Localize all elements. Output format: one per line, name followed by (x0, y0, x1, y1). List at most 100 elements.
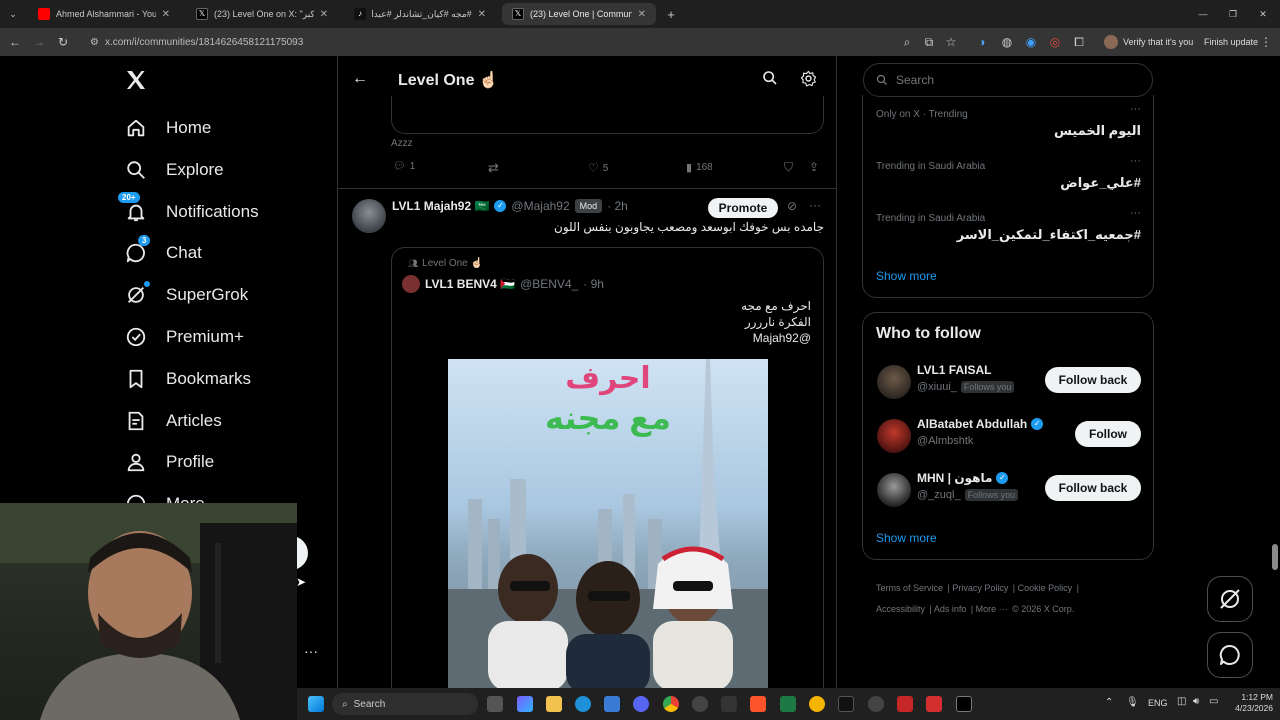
extension-icon[interactable]: ◗ (975, 34, 991, 50)
tab-list-button[interactable]: ⌄ (4, 3, 22, 25)
more-options-icon[interactable]: ··· (1130, 103, 1141, 115)
network-icon[interactable]: ◫ (1177, 696, 1186, 707)
follow-suggestion[interactable]: AlBatabet Abdullah ✓ @Almbshtk Follow (877, 415, 1141, 455)
trend-item[interactable]: Trending in Saudi Arabia #جمعيه_اكتفاء_ل… (876, 207, 1141, 257)
x-logo-icon[interactable] (124, 68, 150, 94)
app-icon[interactable] (897, 696, 913, 712)
grok-floating-button[interactable] (1207, 576, 1253, 622)
search-field[interactable] (863, 63, 1153, 97)
input-language[interactable]: ENG (1148, 698, 1168, 708)
taskbar-search[interactable]: ⌕ Search (332, 693, 478, 715)
site-info-icon[interactable]: ⚙ (90, 37, 99, 48)
tab-youtube[interactable]: Ahmed Alshammari - YouTube ✕ (28, 3, 180, 25)
tab-tiktok[interactable]: ♪ #مجه #كيان_تشاندلر #عبدالصمد ✕ (344, 3, 496, 25)
extension-icon[interactable]: ◍ (999, 34, 1015, 50)
author-handle[interactable]: @Majah92 (511, 199, 569, 213)
bookmark-star-icon[interactable]: ☆ (943, 34, 959, 50)
extension-icon[interactable]: ◎ (1047, 34, 1063, 50)
messages-floating-button[interactable] (1207, 632, 1253, 678)
share-icon[interactable]: ⇪ (809, 160, 819, 174)
footer-link-cookies[interactable]: Cookie Policy (1018, 583, 1073, 593)
promote-button[interactable]: Promote (708, 198, 778, 218)
microphone-icon[interactable]: 🎙︎ (1126, 697, 1139, 708)
reload-icon[interactable]: ↻ (55, 34, 71, 50)
profile-button[interactable]: Verify that it's you (1104, 33, 1193, 51)
discord-icon[interactable] (633, 696, 649, 712)
nav-premium[interactable]: Premium+ (124, 319, 244, 355)
app-icon[interactable] (926, 696, 942, 712)
app-icon[interactable] (692, 696, 708, 712)
app-icon[interactable] (868, 696, 884, 712)
post-time[interactable]: · 2h (607, 199, 628, 213)
nav-supergrok[interactable]: SuperGrok (124, 277, 248, 313)
minimize-button[interactable]: — (1194, 3, 1212, 25)
nav-chat[interactable]: 3 Chat (124, 235, 202, 271)
show-hidden-icons[interactable]: ⌃ (1105, 697, 1113, 708)
reply-button[interactable]: 💬︎ 1 (393, 161, 415, 172)
windows-start-icon[interactable] (308, 696, 324, 712)
show-more-link[interactable]: Show more (876, 531, 937, 545)
copilot-icon[interactable] (517, 696, 533, 712)
gear-icon[interactable] (800, 70, 817, 92)
x-app-icon[interactable] (956, 696, 972, 712)
brave-icon[interactable] (750, 696, 766, 712)
taskbar-clock[interactable]: 1:12 PM 4/23/2026 (1223, 692, 1273, 714)
volume-icon[interactable]: 🔊︎ (1193, 696, 1199, 707)
nav-home[interactable]: Home (124, 110, 211, 146)
install-app-icon[interactable]: ⧉ (921, 34, 937, 50)
footer-link-ads-info[interactable]: Ads info (934, 604, 967, 614)
footer-link-privacy[interactable]: Privacy Policy (952, 583, 1008, 593)
grok-icon[interactable]: ⊘ (787, 199, 797, 213)
show-more-link[interactable]: Show more (876, 269, 937, 283)
more-options-icon[interactable]: ··· (1130, 155, 1141, 167)
nav-profile[interactable]: Profile (124, 444, 214, 480)
footer-link-more[interactable]: More ··· (976, 604, 1008, 614)
maximize-button[interactable]: ❐ (1224, 3, 1242, 25)
zoom-icon[interactable]: ⌕ (899, 34, 915, 50)
extension-icon[interactable]: ◉ (1023, 34, 1039, 50)
tab-level-one-post[interactable]: 𝕏 (23) Level One on X: "الهدف أكبر" ✕ (186, 3, 338, 25)
nav-articles[interactable]: Articles (124, 403, 222, 439)
quoted-post-image[interactable]: احرف مع مجنه (448, 359, 768, 688)
trend-item[interactable]: Trending in Saudi Arabia #علي_عواض ··· (876, 155, 1141, 205)
app-icon[interactable] (809, 696, 825, 712)
more-options-icon[interactable]: ··· (1130, 207, 1141, 219)
browser-menu-icon[interactable]: ⋮ (1258, 34, 1274, 50)
nav-explore[interactable]: Explore (124, 152, 224, 188)
new-tab-button[interactable]: + (662, 3, 680, 25)
quoted-post[interactable]: 👥︎ Level One ☝🏻 LVL1 BENV4 🇵🇸 @BENV4_ · … (391, 247, 824, 688)
close-icon[interactable]: ✕ (638, 9, 646, 20)
follow-button[interactable]: Follow (1075, 421, 1141, 447)
follow-suggestion[interactable]: MHN | ماهون ✓ @_zuql_ Follows you Follow… (877, 469, 1141, 509)
store-icon[interactable] (604, 696, 620, 712)
search-input[interactable] (896, 73, 1136, 87)
tab-level-one-community[interactable]: 𝕏 (23) Level One | Community / X ✕ (502, 3, 656, 25)
follow-suggestion[interactable]: LVL1 FAISAL @xiuui_ Follows you Follow b… (877, 361, 1141, 401)
views-button[interactable]: ▮ 168 (686, 161, 713, 174)
close-icon[interactable]: ✕ (320, 9, 328, 20)
bookmark-icon[interactable]: ⛉ (784, 160, 793, 175)
search-icon[interactable] (762, 70, 778, 91)
chrome-icon[interactable] (663, 696, 679, 712)
scrollbar-thumb[interactable] (1272, 544, 1278, 570)
avatar[interactable] (352, 199, 386, 233)
like-button[interactable]: ♡ 5 (588, 161, 608, 175)
nav-notifications[interactable]: 20+ Notifications (118, 192, 259, 230)
account-menu-icon[interactable]: ··· (304, 643, 318, 659)
author-name[interactable]: LVL1 Majah92 🇸🇦 (392, 199, 489, 213)
file-explorer-icon[interactable] (546, 696, 562, 712)
task-view-icon[interactable] (487, 696, 503, 712)
close-icon[interactable]: ✕ (478, 9, 486, 20)
battery-icon[interactable]: ▭ (1209, 696, 1218, 707)
close-icon[interactable]: ✕ (162, 9, 170, 20)
follow-back-button[interactable]: Follow back (1045, 475, 1141, 501)
trend-item[interactable]: Only on X · Trending اليوم الخميس ··· (876, 103, 1141, 153)
finish-update-button[interactable]: Finish update (1204, 33, 1258, 51)
window-close-button[interactable]: ✕ (1254, 3, 1272, 25)
repost-icon[interactable]: ⇄ (488, 160, 499, 176)
address-bar[interactable]: ⚙ x.com/i/communities/181462645812117509… (84, 33, 894, 51)
footer-link-accessibility[interactable]: Accessibility (876, 604, 925, 614)
edge-icon[interactable] (575, 696, 591, 712)
back-arrow-icon[interactable]: ← (7, 34, 23, 50)
page-scrollbar[interactable] (1270, 56, 1280, 688)
